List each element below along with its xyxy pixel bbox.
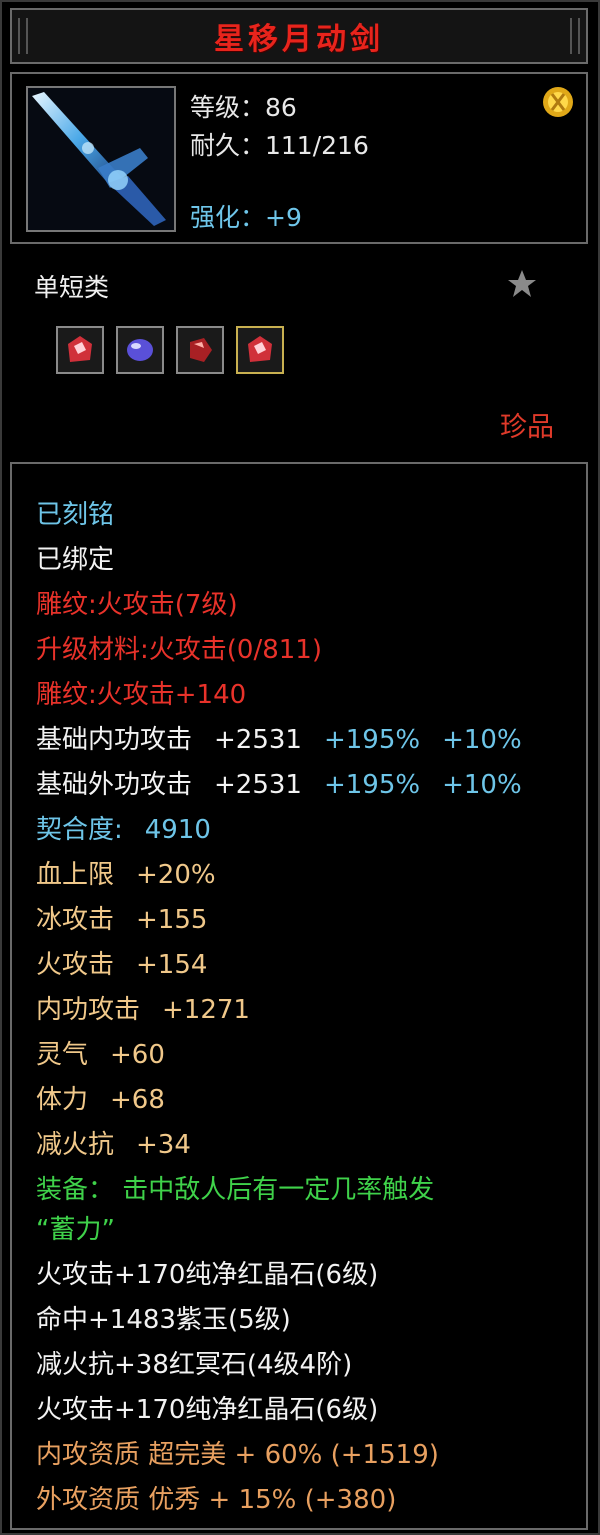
gem-bonus-line: 命中+1483紫玉(5级): [36, 1305, 291, 1335]
item-category: 单短类: [34, 273, 110, 302]
carving-line: 雕纹:火攻击(7级): [36, 590, 238, 620]
stat-label: 基础外功攻击: [36, 770, 193, 800]
inner-quality-line: 内攻资质 超完美 + 60% (+1519): [36, 1440, 439, 1470]
stat-label: 内功攻击: [36, 995, 141, 1025]
stat-value: +154: [136, 950, 208, 980]
equip-effect-name: “蓄力”: [36, 1215, 115, 1245]
engraved-status: 已刻铭: [36, 500, 115, 530]
stat-label: 基础内功攻击: [36, 725, 193, 755]
outer-quality-line: 外攻资质 优秀 + 15% (+380): [36, 1485, 397, 1515]
stat-percent: +195%: [323, 725, 421, 755]
stat-percent: +10%: [442, 770, 522, 800]
stat-label: 冰攻击: [36, 905, 115, 935]
stat-value: +34: [136, 1130, 191, 1160]
gem-slot[interactable]: [116, 326, 164, 374]
outer-base-attack: 基础外功攻击 +2531 +195% +10%: [36, 764, 522, 801]
gem-slot[interactable]: [56, 326, 104, 374]
gem-bonus-line: 火攻击+170纯净红晶石(6级): [36, 1260, 379, 1290]
rarity-label: 珍品: [500, 412, 554, 443]
inner-base-attack: 基础内功攻击 +2531 +195% +10%: [36, 719, 522, 756]
gem-slot[interactable]: [236, 326, 284, 374]
stat-line: 灵气 +60: [36, 1034, 165, 1071]
stat-label: 灵气: [36, 1040, 89, 1070]
stat-value: +2531: [214, 770, 302, 800]
stat-percent: +10%: [442, 725, 522, 755]
gem-slots: [56, 326, 284, 374]
enhance-label: 强化：+9: [190, 203, 302, 232]
sword-icon[interactable]: [26, 86, 176, 232]
durability-label: 耐久：111/216: [190, 131, 369, 160]
stat-line: 冰攻击 +155: [36, 899, 207, 936]
stat-label: 火攻击: [36, 950, 115, 980]
stat-value: +155: [136, 905, 208, 935]
dark-red-gem-icon: [190, 338, 212, 362]
item-header: 等级：86 耐久：111/216 强化：+9: [10, 72, 588, 244]
equip-effect: 装备： 击中敌人后有一定几率触发: [36, 1175, 435, 1205]
stat-line: 火攻击 +154: [36, 944, 207, 981]
stat-line: 体力 +68: [36, 1079, 165, 1116]
fit-label: 契合度:: [36, 815, 123, 845]
attribute-panel: 已刻铭 已绑定 雕纹:火攻击(7级) 升级材料:火攻击(0/811) 雕纹:火攻…: [10, 462, 588, 1530]
fit-value: 4910: [144, 815, 211, 845]
gem-bonus-line: 减火抗+38红冥石(4级4阶): [36, 1350, 353, 1380]
stat-value: +60: [110, 1040, 165, 1070]
star-icon[interactable]: [506, 268, 538, 300]
level-label: 等级：86: [190, 93, 297, 122]
gold-medal-icon: [540, 84, 576, 120]
stat-label: 体力: [36, 1085, 89, 1115]
stat-label: 减火抗: [36, 1130, 115, 1160]
bound-status: 已绑定: [36, 545, 115, 575]
stat-value: +20%: [136, 860, 216, 890]
upgrade-material-line: 升级材料:火攻击(0/811): [36, 635, 322, 665]
item-name: 星移月动剑: [214, 22, 384, 57]
stat-label: 血上限: [36, 860, 115, 890]
stat-value: +2531: [214, 725, 302, 755]
gem-slot[interactable]: [176, 326, 224, 374]
red-crystal-gem-icon: [248, 336, 272, 362]
stat-percent: +195%: [323, 770, 421, 800]
carving-bonus-line: 雕纹:火攻击+140: [36, 680, 247, 710]
stat-line: 血上限 +20%: [36, 854, 216, 891]
stat-value: +68: [110, 1085, 165, 1115]
purple-jade-gem-icon: [127, 339, 153, 361]
gem-bonus-line: 火攻击+170纯净红晶石(6级): [36, 1395, 379, 1425]
fit-degree: 契合度: 4910: [36, 809, 211, 846]
stat-line: 减火抗 +34: [36, 1124, 191, 1161]
stat-value: +1271: [162, 995, 250, 1025]
title-bar: 星移月动剑: [10, 8, 588, 64]
red-crystal-gem-icon: [68, 336, 92, 362]
stat-line: 内功攻击 +1271: [36, 989, 250, 1026]
